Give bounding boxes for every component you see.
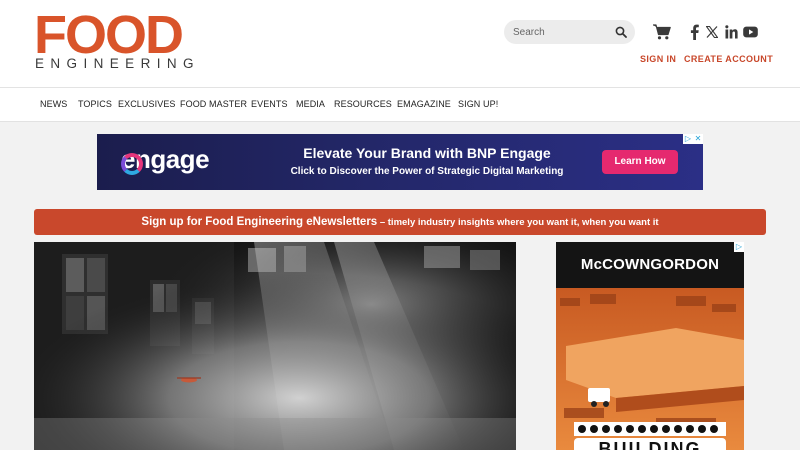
hero-image[interactable] [34, 242, 516, 450]
linkedin-icon[interactable] [725, 24, 738, 40]
youtube-icon[interactable] [743, 24, 758, 40]
search-input[interactable] [513, 23, 609, 41]
engage-logo-ring-icon [121, 153, 143, 175]
nav-item-events[interactable]: EVENTS [251, 99, 288, 109]
ad-choices-icon[interactable]: ▷ ✕ [683, 134, 703, 144]
ad-choices-icon[interactable]: ▷ [734, 242, 744, 252]
nav-item-food-master[interactable]: FOOD MASTER [180, 99, 247, 109]
banner-ad-headline: Elevate Your Brand with BNP Engage [303, 145, 551, 161]
cart-icon[interactable] [653, 24, 671, 40]
side-ad[interactable]: ▷ McCOWNGORDON BUILDING [556, 242, 744, 450]
side-ad-brand: McCOWNGORDON [580, 256, 720, 273]
newsletter-lead: Sign up for Food Engineering eNewsletter… [141, 216, 378, 228]
search-box [504, 20, 635, 44]
site-logo[interactable]: FOOD ENGINEERING [34, 6, 200, 74]
banner-ad[interactable]: ▷ ✕ engage Elevate Your Brand with BNP En… [97, 134, 703, 190]
nav-item-media[interactable]: MEDIA [296, 99, 325, 109]
search-icon[interactable] [615, 26, 627, 38]
logo-wordmark-engineering: ENGINEERING [35, 56, 200, 71]
banner-ad-subline: Click to Discover the Power of Strategic… [290, 166, 564, 177]
newsletter-signup-bar[interactable]: Sign up for Food Engineering eNewsletter… [34, 209, 766, 235]
nav-item-news[interactable]: NEWS [40, 99, 67, 109]
main-nav: NEWS TOPICS EXCLUSIVES FOOD MASTER EVENT… [0, 88, 800, 122]
create-account-link[interactable]: CREATE ACCOUNT [684, 54, 773, 64]
learn-how-button[interactable]: Learn How [602, 150, 678, 174]
side-ad-headline: BUILDING [574, 438, 726, 450]
hero-image-graphic [34, 242, 516, 450]
newsletter-rest: – timely industry insights where you wan… [377, 217, 659, 228]
nav-item-topics[interactable]: TOPICS [78, 99, 112, 109]
side-ad-photo [556, 288, 744, 450]
facebook-icon[interactable] [690, 24, 699, 40]
site-header: FOOD ENGINEERING Search SIGN IN CREATE A… [0, 0, 800, 88]
nav-item-resources[interactable]: RESOURCES [334, 99, 392, 109]
sign-in-link[interactable]: SIGN IN [640, 54, 676, 64]
nav-item-emagazine[interactable]: EMAGAZINE [397, 99, 451, 109]
page: FOOD ENGINEERING Search SIGN IN CREATE A… [0, 0, 800, 450]
nav-item-sign-up[interactable]: SIGN UP! [458, 99, 498, 109]
x-icon[interactable] [706, 24, 718, 40]
nav-item-exclusives[interactable]: EXCLUSIVES [118, 99, 176, 109]
